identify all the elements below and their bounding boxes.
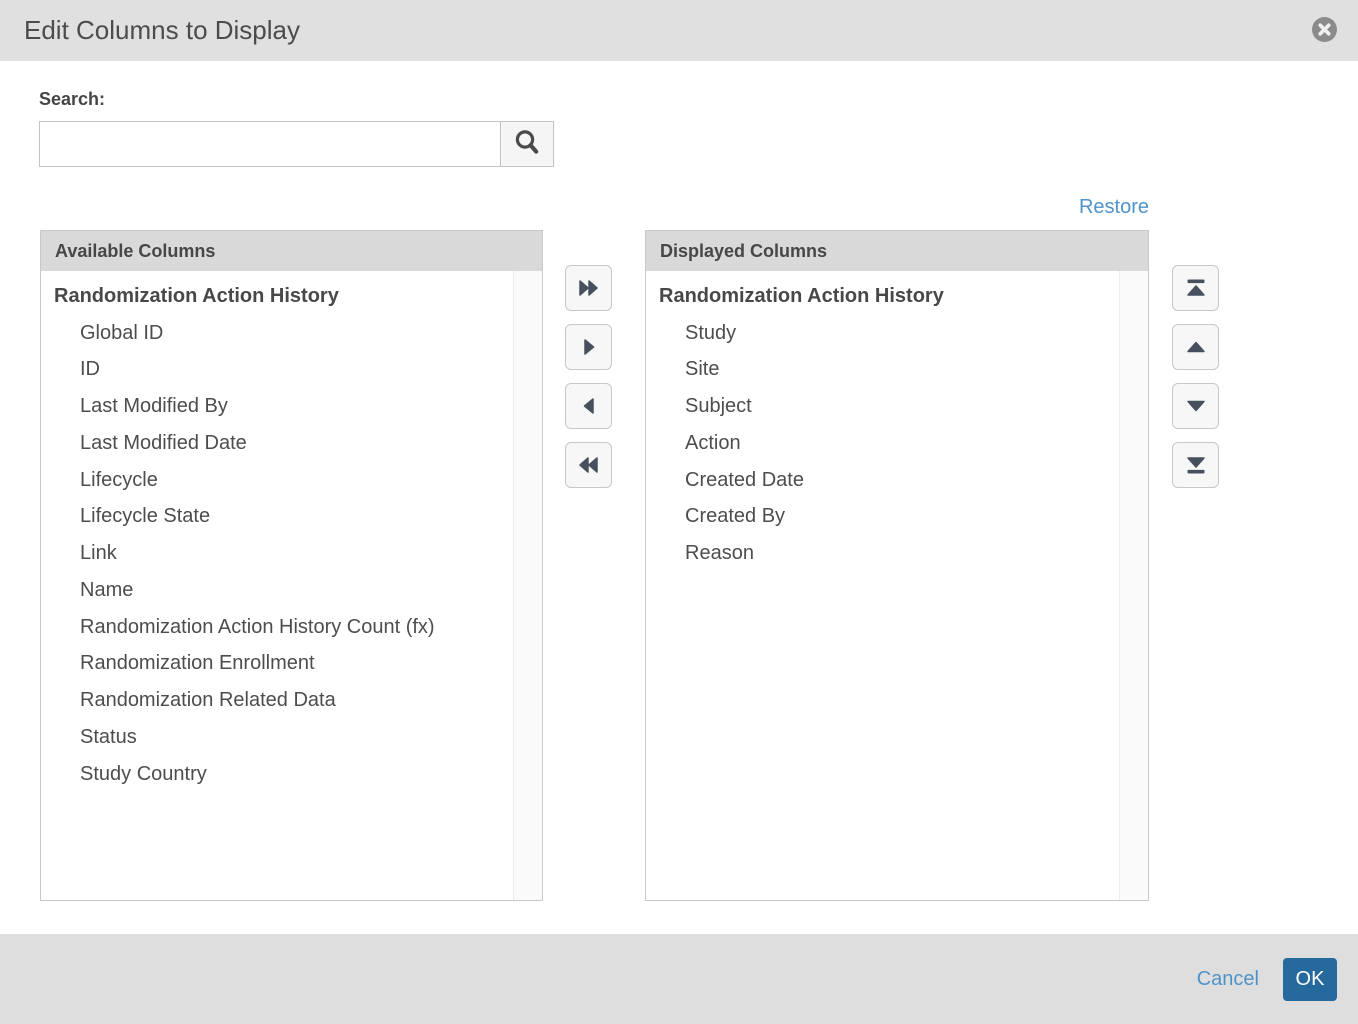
arrow-up-icon: [1186, 341, 1206, 353]
move-all-left-button[interactable]: [565, 442, 612, 488]
available-columns-panel: Available Columns Randomization Action H…: [40, 230, 543, 901]
ok-button[interactable]: OK: [1283, 958, 1337, 1001]
list-item[interactable]: Lifecycle: [41, 462, 512, 499]
arrow-down-icon: [1186, 400, 1206, 412]
dialog-title: Edit Columns to Display: [24, 15, 300, 46]
arrow-to-bottom-icon: [1186, 456, 1206, 474]
move-all-right-button[interactable]: [565, 265, 612, 311]
available-columns-list: Randomization Action History Global IDID…: [41, 271, 512, 900]
search-label: Search:: [39, 89, 105, 110]
transfer-button-column: [565, 265, 612, 501]
displayed-columns-panel: Displayed Columns Randomization Action H…: [645, 230, 1149, 901]
list-item[interactable]: Randomization Action History Count (fx): [41, 609, 512, 646]
move-to-top-button[interactable]: [1172, 265, 1219, 311]
double-arrow-left-icon: [578, 456, 599, 474]
search-bar: [39, 121, 554, 167]
search-input[interactable]: [39, 121, 500, 167]
arrow-left-icon: [583, 397, 595, 415]
move-left-button[interactable]: [565, 383, 612, 429]
available-columns-header: Available Columns: [41, 231, 542, 271]
list-item[interactable]: Name: [41, 572, 512, 609]
list-item[interactable]: Study Country: [41, 756, 512, 793]
dialog-footer: Cancel OK: [0, 934, 1358, 1024]
move-right-button[interactable]: [565, 324, 612, 370]
available-group-label: Randomization Action History: [41, 278, 512, 315]
list-item[interactable]: Last Modified By: [41, 388, 512, 425]
displayed-columns-header: Displayed Columns: [646, 231, 1148, 271]
list-item[interactable]: Site: [646, 352, 1118, 389]
close-button[interactable]: [1311, 17, 1338, 44]
displayed-columns-list: Randomization Action History StudySiteSu…: [646, 271, 1118, 900]
displayed-group-label: Randomization Action History: [646, 278, 1118, 315]
list-item[interactable]: Randomization Related Data: [41, 682, 512, 719]
list-item[interactable]: Last Modified Date: [41, 425, 512, 462]
double-arrow-right-icon: [578, 279, 599, 297]
cancel-link[interactable]: Cancel: [1197, 968, 1259, 991]
list-item[interactable]: ID: [41, 352, 512, 389]
list-item[interactable]: Reason: [646, 535, 1118, 572]
list-item[interactable]: Action: [646, 425, 1118, 462]
list-item[interactable]: Study: [646, 315, 1118, 352]
reorder-button-column: [1172, 265, 1219, 501]
list-item[interactable]: Global ID: [41, 315, 512, 352]
move-up-button[interactable]: [1172, 324, 1219, 370]
displayed-scrollbar-track[interactable]: [1119, 271, 1148, 900]
list-item[interactable]: Created Date: [646, 462, 1118, 499]
list-item[interactable]: Link: [41, 535, 512, 572]
available-scrollbar-track[interactable]: [513, 271, 542, 900]
list-item[interactable]: Subject: [646, 388, 1118, 425]
list-item[interactable]: Created By: [646, 499, 1118, 536]
list-item[interactable]: Status: [41, 719, 512, 756]
move-down-button[interactable]: [1172, 383, 1219, 429]
arrow-right-icon: [583, 338, 595, 356]
dialog-titlebar: Edit Columns to Display: [0, 0, 1358, 61]
restore-row: Restore: [645, 196, 1149, 219]
restore-link[interactable]: Restore: [1079, 196, 1149, 218]
move-to-bottom-button[interactable]: [1172, 442, 1219, 488]
list-item[interactable]: Randomization Enrollment: [41, 646, 512, 683]
list-item[interactable]: Lifecycle State: [41, 499, 512, 536]
search-icon: [513, 128, 542, 160]
search-button[interactable]: [500, 121, 554, 167]
arrow-to-top-icon: [1186, 279, 1206, 297]
close-icon: [1311, 16, 1338, 46]
